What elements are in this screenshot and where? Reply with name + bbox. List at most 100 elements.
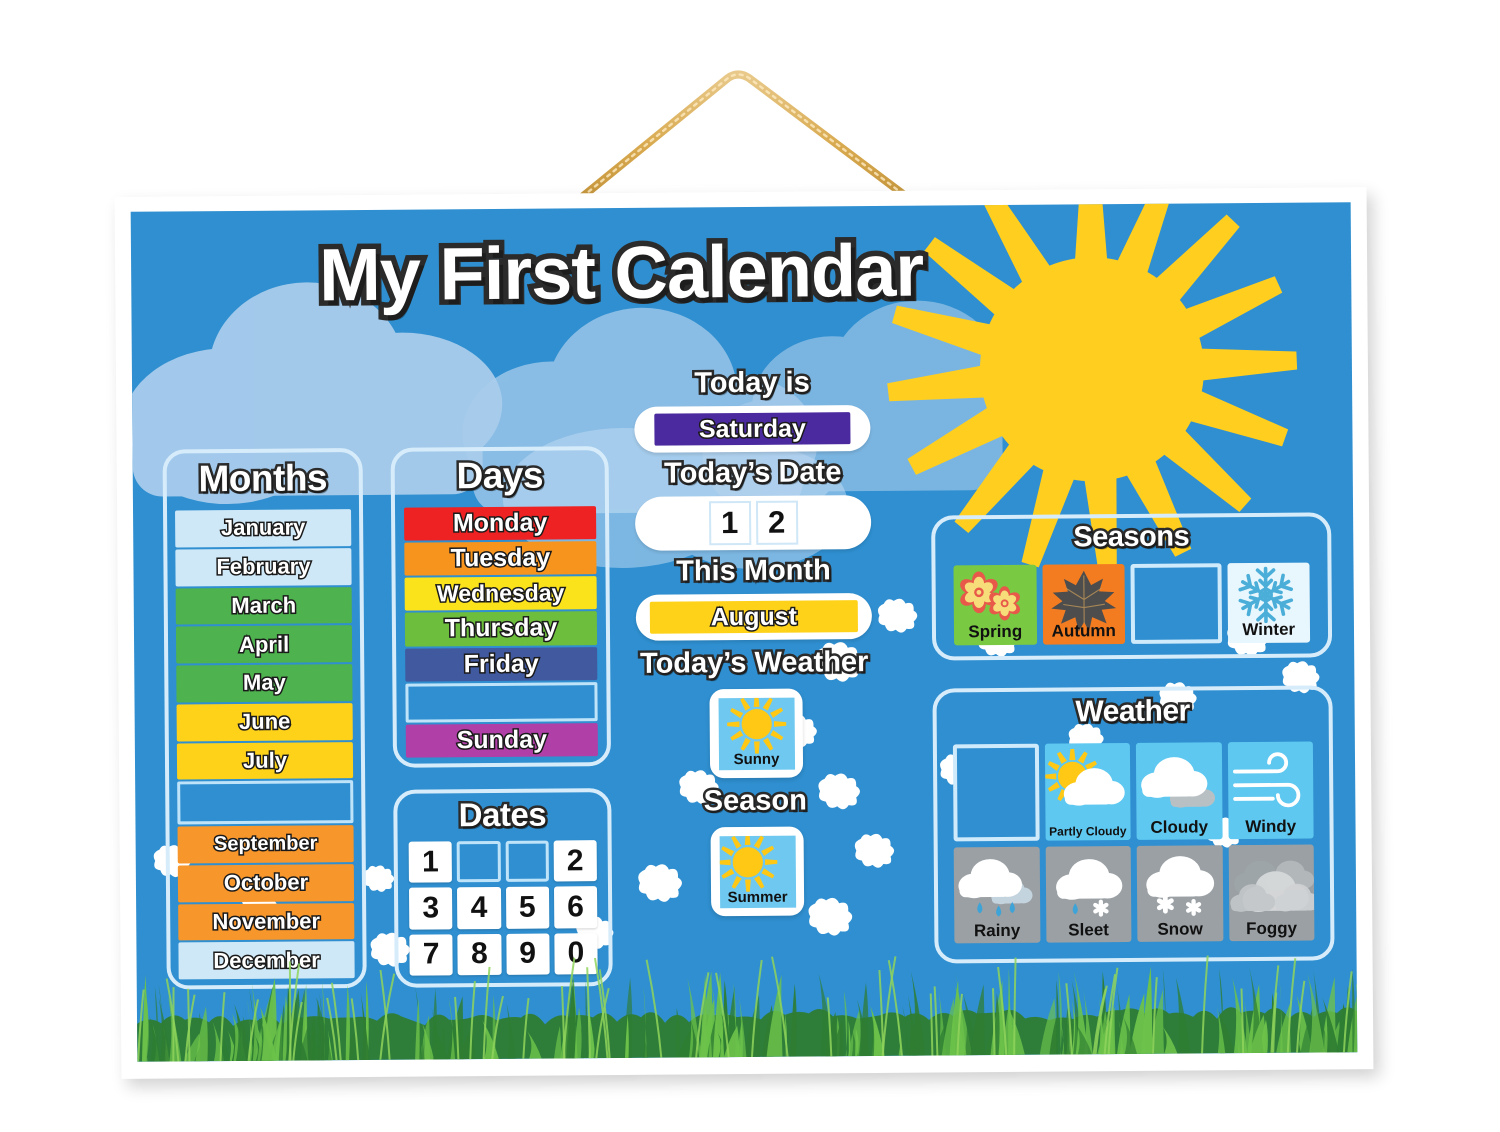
todays-weather-slot[interactable]: Sunny [709,688,804,779]
month-tile[interactable]: May [176,664,353,703]
date-cell[interactable]: 1 [408,841,453,883]
date-cell-empty[interactable] [505,840,549,883]
weather-tile[interactable]: Cloudy [1135,742,1223,840]
month-tile[interactable]: April [175,625,353,664]
month-tile-label: September [212,831,319,857]
calendar-board-scene: My First Calendar Months January Februar… [0,0,1500,1132]
days-panel: Days Monday Tuesday Wednesday Thursday Frida… [390,446,612,768]
month-tile-label: February [215,552,312,581]
season-slot[interactable]: Summer [710,826,805,917]
day-tile[interactable]: Friday [405,646,598,682]
date-cell-empty[interactable] [456,840,501,883]
season-tile[interactable]: Autumn [1041,564,1126,645]
weather-tile-label: Windy [1245,816,1297,836]
today-day-label: Saturday [697,413,807,445]
date-digit-tens[interactable]: 1 [708,500,751,546]
month-tile[interactable]: July [176,741,354,780]
season-tile-label: Winter [1242,619,1296,640]
board-surface: My First Calendar Months January Februar… [130,202,1358,1062]
days-panel-title: Days [454,452,546,499]
today-is-slot[interactable]: Saturday [634,405,871,453]
todays-weather-value: Sunny [733,750,780,768]
month-tile-label: April [237,630,290,658]
day-tile[interactable]: Monday [404,506,597,541]
month-tile-label: January [219,513,307,542]
season-label: Season [701,782,809,820]
this-month-chip[interactable]: August [649,600,858,634]
months-list: January February March April May June July Sept… [175,509,355,980]
months-panel-title: Months [196,455,330,502]
weather-tile[interactable]: Rainy [953,846,1040,944]
day-tile[interactable]: Wednesday [404,576,597,612]
sunny-swatch: Sunny [718,697,795,770]
day-tile[interactable]: Tuesday [404,541,597,576]
date-cell[interactable]: 2 [553,840,597,882]
months-panel: Months January February March April May June J… [162,447,367,990]
seasons-panel: Seasons Spring Autumn Winter [931,512,1333,661]
days-list: Monday Tuesday Wednesday Thursday Friday Sund… [404,506,598,758]
month-tile-label: May [241,668,287,696]
month-tile[interactable]: March [175,586,352,625]
month-slot-empty[interactable] [177,780,354,825]
day-tile-label: Tuesday [449,542,552,574]
date-cell-label: 2 [566,843,584,878]
month-tile[interactable]: January [175,509,352,548]
today-day-chip[interactable]: Saturday [654,412,851,446]
todays-date-slot[interactable]: 1 2 [634,494,872,551]
date-cell[interactable]: 5 [505,886,550,929]
day-tile-label: Thursday [443,612,559,644]
weather-tile-label: Snow [1157,919,1203,939]
month-tile[interactable]: October [177,863,355,902]
day-tile-label: Sunday [455,724,549,756]
weather-slot-empty[interactable] [952,743,1040,841]
season-tile-label: Autumn [1051,621,1116,641]
day-slot-empty[interactable] [405,681,598,723]
weather-tile[interactable]: Sleet [1045,845,1132,943]
season-tile[interactable]: Spring [953,564,1037,646]
weather-tile[interactable]: Snow [1136,844,1223,942]
date-cell-label: 4 [470,891,488,925]
date-cell[interactable]: 3 [408,887,453,930]
weather-tile-label: Partly Cloudy [1049,823,1127,839]
month-tile-label: March [230,591,298,620]
month-tile-label: November [211,907,322,936]
this-month-label: This Month [674,552,834,590]
day-tile-label: Friday [462,648,540,680]
dates-panel-title: Dates [456,793,549,836]
weather-tile[interactable]: Windy [1227,741,1314,839]
this-month-slot[interactable]: August [635,592,873,641]
day-tile[interactable]: Sunday [405,722,598,758]
season-tile[interactable]: Winter [1226,562,1311,644]
month-tile[interactable]: February [175,547,352,586]
season-value: Summer [727,888,788,906]
day-tile[interactable]: Thursday [404,611,598,647]
date-cell-label: 6 [567,890,584,924]
weather-tile[interactable]: Partly Cloudy [1044,742,1131,841]
weather-tile-label: Rainy [973,920,1021,941]
month-tile[interactable]: September [177,825,354,864]
date-digit-ones[interactable]: 2 [755,500,798,545]
weather-tile-label: Foggy [1246,918,1298,939]
month-tile-label: October [222,868,310,897]
month-tile[interactable]: June [176,702,353,741]
date-cell-label: 3 [422,891,440,925]
date-digit-tens-value: 1 [720,505,739,541]
page-title: My First Calendar [313,223,929,322]
day-tile-label: Monday [451,507,549,539]
date-digit-ones-value: 2 [767,504,786,540]
this-month-value: August [709,601,798,633]
weather-tile-label: Cloudy [1150,816,1209,837]
weather-panel: Weather Partly Cloudy Cloudy Windy Rainy [932,685,1335,964]
seasons-panel-title: Seasons [1071,518,1192,556]
date-cell[interactable]: 6 [553,886,598,929]
todays-date-label: Today’s Date [661,454,844,492]
weather-tile[interactable]: Foggy [1228,844,1315,942]
date-cell[interactable]: 4 [457,887,501,929]
month-tile-label: July [241,746,288,774]
date-cell-label: 5 [518,890,536,924]
month-tile[interactable]: November [178,902,355,941]
date-cell-label: 1 [421,845,439,879]
day-tile-label: Wednesday [435,578,566,608]
season-tile-label: Spring [968,621,1023,642]
season-slot-empty[interactable] [1130,563,1222,644]
